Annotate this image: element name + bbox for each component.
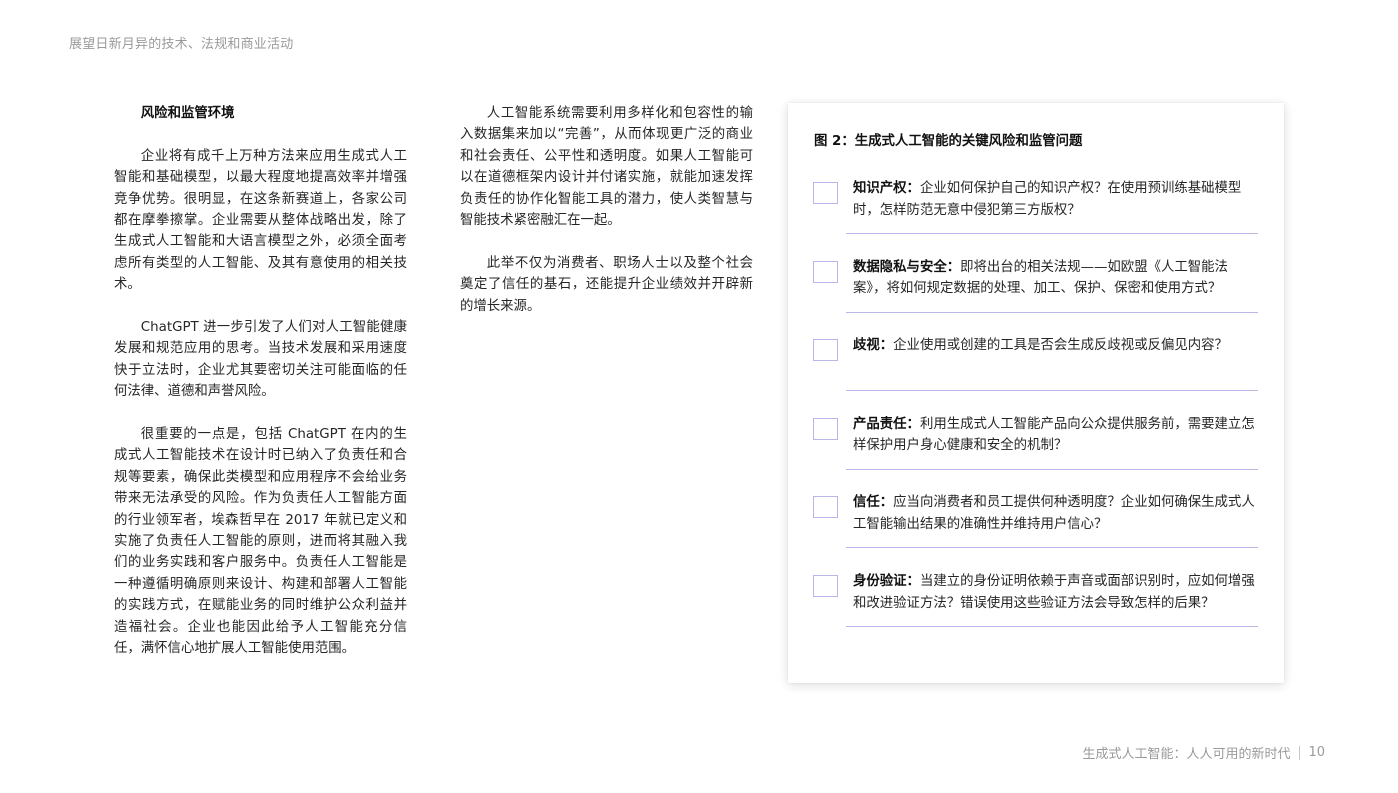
risk-item-label: 歧视：	[853, 338, 894, 354]
risk-item-identity-verification: 身份验证：当建立的身份证明依赖于声音或面部识别时，应如何增强和改进验证方法？错误…	[813, 571, 1258, 650]
section-heading: 风险和监管环境	[140, 106, 235, 121]
checkbox-icon	[813, 574, 838, 597]
risk-item-description: 应当向消费者和员工提供何种透明度？企业如何确保生成式人工智能输出结果的准确性并维…	[853, 495, 1255, 532]
text-column-left: 风险和监管环境 企业将有成千上万种方法来应用生成式人工智能和基础模型，以最大程度…	[114, 103, 407, 681]
checkbox-icon	[813, 496, 838, 519]
risk-item-label: 身份验证：	[853, 573, 920, 589]
body-paragraph: 此举不仅为消费者、职场人士以及整个社会奠定了信任的基石，还能提升企业绩效并开辟新…	[460, 255, 753, 314]
risk-item-text: 产品责任：利用生成式人工智能产品向公众提供服务前，需要建立怎样保护用户身心健康和…	[853, 414, 1257, 457]
page-number: 10	[1308, 745, 1325, 760]
risk-item-text: 数据隐私与安全：即将出台的相关法规——如欧盟《人工智能法案》，将如何规定数据的处…	[853, 257, 1257, 300]
risk-item-text: 歧视：企业使用或创建的工具是否会生成反歧视或反偏见内容？	[853, 335, 1257, 357]
risk-item-text: 知识产权：企业如何保护自己的知识产权？在使用预训练基础模型时，怎样防范无意中侵犯…	[853, 178, 1257, 221]
body-paragraph: ChatGPT 进一步引发了人们对人工智能健康发展和规范应用的思考。当技术发展和…	[114, 320, 407, 400]
body-paragraph: 很重要的一点是，包括 ChatGPT 在内的生成式人工智能技术在设计时已纳入了负…	[114, 427, 407, 657]
divider	[846, 390, 1258, 392]
risk-item-label: 数据隐私与安全：	[853, 259, 961, 275]
risk-item-label: 产品责任：	[853, 416, 920, 432]
checkbox-icon	[813, 260, 838, 283]
risk-item-data-privacy: 数据隐私与安全：即将出台的相关法规——如欧盟《人工智能法案》，将如何规定数据的处…	[813, 257, 1258, 336]
risk-checklist: 知识产权：企业如何保护自己的知识产权？在使用预训练基础模型时，怎样防范无意中侵犯…	[813, 178, 1258, 650]
risk-item-description: 企业使用或创建的工具是否会生成反歧视或反偏见内容？	[893, 338, 1228, 354]
footer-publication-title: 生成式人工智能：人人可用的新时代	[1082, 747, 1291, 762]
checkbox-icon	[813, 182, 838, 204]
risk-item-text: 身份验证：当建立的身份证明依赖于声音或面部识别时，应如何增强和改进验证方法？错误…	[853, 571, 1257, 614]
figure-card: 图 2：生成式人工智能的关键风险和监管问题 知识产权：企业如何保护自己的知识产权…	[788, 103, 1284, 683]
divider	[846, 468, 1258, 470]
page-footer: 生成式人工智能：人人可用的新时代 10	[1082, 743, 1325, 762]
risk-item-text: 信任：应当向消费者和员工提供何种透明度？企业如何确保生成式人工智能输出结果的准确…	[853, 492, 1257, 535]
risk-item-intellectual-property: 知识产权：企业如何保护自己的知识产权？在使用预训练基础模型时，怎样防范无意中侵犯…	[813, 178, 1258, 257]
divider	[846, 625, 1258, 627]
checkbox-icon	[813, 417, 838, 440]
checkbox-icon	[813, 339, 838, 362]
risk-item-trust: 信任：应当向消费者和员工提供何种透明度？企业如何确保生成式人工智能输出结果的准确…	[813, 492, 1258, 571]
text-column-middle: 人工智能系统需要利用多样化和包容性的输入数据集来加以“完善”，从而体现更广泛的商…	[460, 103, 753, 338]
footer-separator	[1299, 745, 1301, 760]
body-paragraph: 人工智能系统需要利用多样化和包容性的输入数据集来加以“完善”，从而体现更广泛的商…	[460, 106, 753, 229]
body-paragraph: 企业将有成千上万种方法来应用生成式人工智能和基础模型，以最大程度地提高效率并增强…	[114, 148, 407, 293]
figure-title: 图 2：生成式人工智能的关键风险和监管问题	[814, 134, 1083, 149]
risk-item-discrimination: 歧视：企业使用或创建的工具是否会生成反歧视或反偏见内容？	[813, 335, 1258, 414]
divider	[846, 547, 1258, 549]
divider	[846, 233, 1258, 234]
risk-item-label: 信任：	[853, 495, 894, 511]
risk-item-label: 知识产权：	[853, 181, 920, 196]
running-header: 展望日新月异的技术、法规和商业活动	[69, 37, 294, 52]
divider	[846, 311, 1258, 313]
risk-item-product-liability: 产品责任：利用生成式人工智能产品向公众提供服务前，需要建立怎样保护用户身心健康和…	[813, 414, 1258, 493]
